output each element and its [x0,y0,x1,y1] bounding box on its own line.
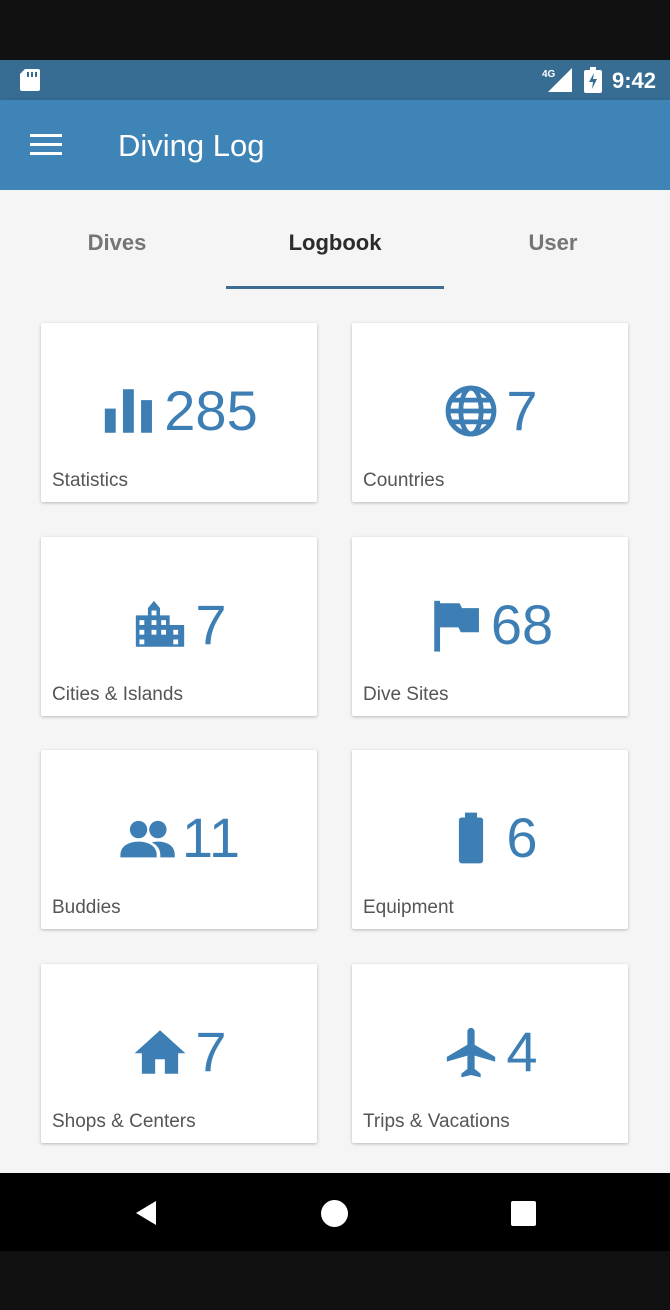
statistics-count: 285 [164,379,258,442]
recents-icon[interactable] [511,1201,536,1226]
card-countries[interactable]: 7 Countries [352,323,628,502]
svg-text:4G: 4G [542,69,556,80]
cities-label: Cities & Islands [52,684,183,705]
flag-icon [434,600,479,652]
statistics-label: Statistics [52,470,129,491]
card-shops-centers[interactable]: 7 Shops & Centers [41,964,317,1143]
card-dive-sites-main: 68 [352,595,628,655]
buddies-label: Buddies [52,897,121,918]
tab-logbook[interactable]: Logbook [226,230,444,256]
home-icon [135,1030,186,1074]
card-equipment[interactable]: 6 Equipment [352,750,628,929]
card-shops-main: 7 [41,1022,317,1082]
battery-icon [459,812,484,864]
shops-count: 7 [195,1020,227,1083]
trips-count: 4 [506,1020,538,1083]
card-statistics-main: 285 [41,381,317,441]
card-trips-main: 4 [352,1022,628,1082]
battery-status-icon [584,67,602,93]
countries-count: 7 [506,379,538,442]
globe-icon [446,385,497,437]
phone-screen: 4G 9:42 Diving Log Dives Logbook User 28… [0,0,670,1310]
shops-label: Shops & Centers [52,1111,196,1132]
tab-bar: Dives Logbook User [0,190,670,290]
dive-sites-count: 68 [490,593,554,656]
cities-count: 7 [195,593,227,656]
card-equipment-main: 6 [352,808,628,868]
back-icon[interactable] [132,1199,160,1227]
main-content: Dives Logbook User 285 Statistics 7 Coun… [0,190,670,1173]
system-navigation-bar [0,1173,670,1251]
active-tab-indicator [226,286,444,289]
trips-label: Trips & Vacations [363,1111,510,1132]
dive-sites-label: Dive Sites [363,684,449,705]
app-bar: Diving Log [0,100,670,190]
card-trips-vacations[interactable]: 4 Trips & Vacations [352,964,628,1143]
city-icon [136,600,185,647]
card-statistics[interactable]: 285 Statistics [41,323,317,502]
card-cities-islands[interactable]: 7 Cities & Islands [41,537,317,716]
equipment-label: Equipment [363,897,454,918]
card-buddies[interactable]: 11 Buddies [41,750,317,929]
status-bar: 4G 9:42 [0,60,670,100]
menu-icon[interactable] [30,134,62,156]
bar-chart-icon [105,389,153,433]
app-title: Diving Log [118,128,265,163]
tab-user[interactable]: User [444,230,662,256]
signal-icon: 4G [542,68,572,92]
buddies-count: 11 [181,806,241,869]
card-dive-sites[interactable]: 68 Dive Sites [352,537,628,716]
tab-dives[interactable]: Dives [8,230,226,256]
card-countries-main: 7 [352,381,628,441]
card-buddies-main: 11 [41,808,317,868]
equipment-count: 6 [506,806,538,869]
airplane-icon [447,1027,496,1078]
card-cities-main: 7 [41,595,317,655]
home-button-icon[interactable] [321,1200,348,1227]
sd-card-icon [20,69,40,91]
people-icon [120,820,175,858]
countries-label: Countries [363,470,445,491]
status-clock: 9:42 [612,68,657,93]
